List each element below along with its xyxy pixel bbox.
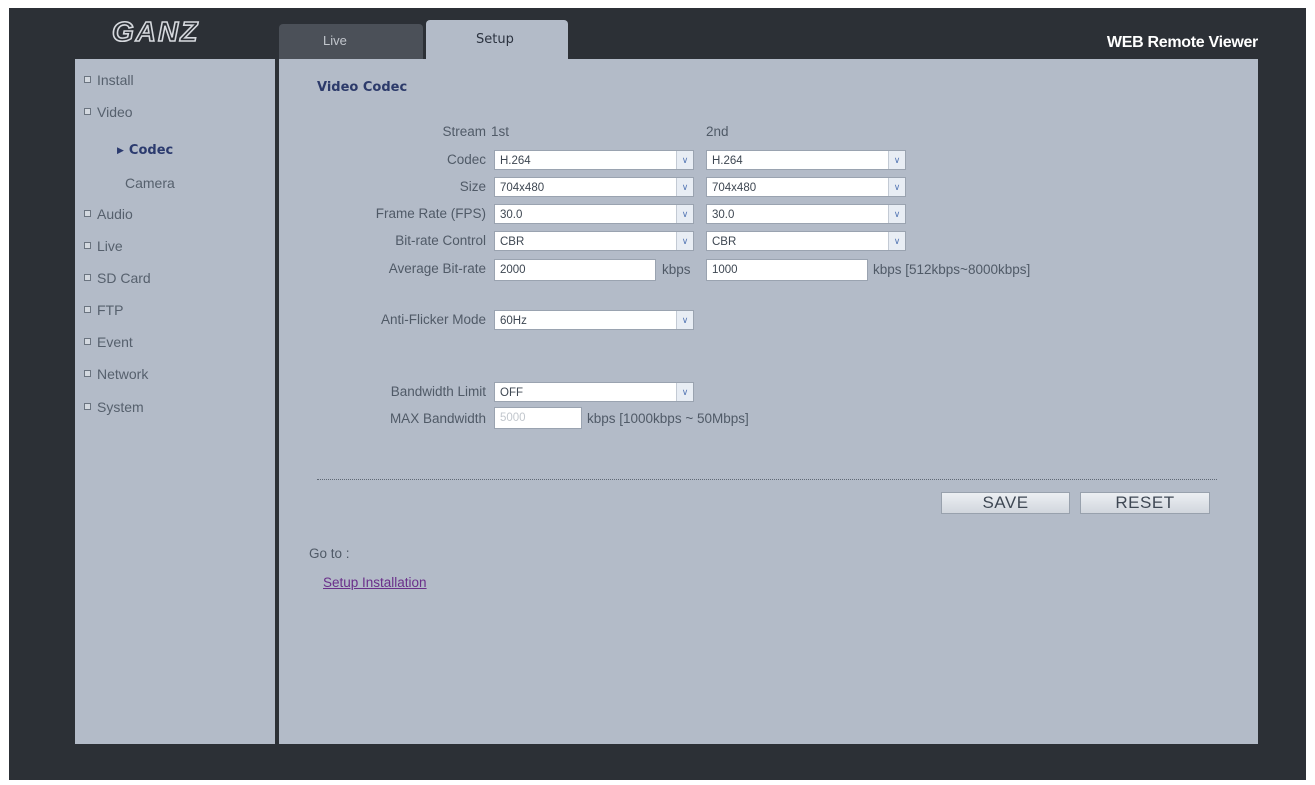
stream-1st-header: 1st [491, 124, 510, 139]
stream-2nd-header: 2nd [706, 124, 729, 139]
frame-rate-2nd-value: 30.0 [712, 209, 735, 221]
bitrate-control-2nd-value: CBR [712, 236, 737, 248]
sidebar-item-label: Live [97, 238, 123, 254]
average-bitrate-label: Average Bit-rate [388, 261, 486, 276]
sidebar-item-network[interactable]: Network [84, 364, 148, 384]
frame-rate-1st-select[interactable]: 30.0 ∨ [494, 204, 694, 224]
sidebar-subitem-label: Camera [125, 175, 175, 191]
sidebar-item-label: FTP [97, 302, 124, 318]
frame-rate-2nd-select[interactable]: 30.0 ∨ [706, 204, 906, 224]
chevron-down-icon: ∨ [888, 205, 905, 223]
save-button[interactable]: SAVE [941, 492, 1070, 514]
sidebar-subitem-codec[interactable]: ▶ Codec [117, 141, 173, 161]
max-bandwidth-unit: kbps [1000kbps ~ 50Mbps] [587, 411, 749, 426]
tab-setup-label: Setup [476, 32, 514, 47]
chevron-down-icon: ∨ [888, 232, 905, 250]
main-panel: Video Codec Stream 1st 2nd Codec H.264 ∨ … [279, 59, 1258, 744]
stream-label: Stream [442, 124, 486, 139]
average-bitrate-1st-value: 2000 [500, 264, 526, 276]
expand-box-icon [84, 107, 91, 115]
max-bandwidth-input[interactable]: 5000 [494, 407, 582, 429]
arrow-right-icon: ▶ [117, 146, 124, 156]
frame-rate-label: Frame Rate (FPS) [375, 206, 486, 221]
codec-2nd-value: H.264 [712, 155, 743, 167]
expand-box-icon [84, 402, 91, 410]
sidebar-item-audio[interactable]: Audio [84, 204, 133, 224]
viewer-title: WEB Remote Viewer [1106, 34, 1258, 51]
page-title: Video Codec [317, 80, 408, 95]
sidebar-subitem-camera[interactable]: Camera [125, 173, 175, 193]
expand-box-icon [84, 369, 91, 377]
bitrate-control-2nd-select[interactable]: CBR ∨ [706, 231, 906, 251]
expand-box-icon [84, 209, 91, 217]
codec-1st-select[interactable]: H.264 ∨ [494, 150, 694, 170]
size-2nd-value: 704x480 [712, 182, 757, 194]
expand-box-icon [84, 75, 91, 83]
size-label: Size [459, 179, 486, 194]
bitrate-control-label: Bit-rate Control [395, 233, 486, 248]
tab-live-label: Live [323, 33, 347, 48]
sidebar-item-system[interactable]: System [84, 397, 144, 417]
chevron-down-icon: ∨ [676, 178, 693, 196]
sidebar-item-label: Install [97, 72, 134, 88]
sidebar-item-label: Network [97, 366, 149, 382]
chevron-down-icon: ∨ [676, 205, 693, 223]
goto-label: Go to : [309, 546, 350, 561]
bandwidth-limit-label: Bandwidth Limit [390, 384, 486, 399]
sidebar-item-sd-card[interactable]: SD Card [84, 268, 151, 288]
anti-flicker-label: Anti-Flicker Mode [380, 312, 486, 327]
bandwidth-limit-value: OFF [500, 387, 523, 399]
chevron-down-icon: ∨ [676, 151, 693, 169]
sidebar-subitem-label: Codec [128, 143, 174, 158]
sidebar-item-label: System [97, 399, 144, 415]
average-bitrate-2nd-value: 1000 [712, 264, 738, 276]
size-2nd-select[interactable]: 704x480 ∨ [706, 177, 906, 197]
reset-button[interactable]: RESET [1080, 492, 1210, 514]
sidebar-item-ftp[interactable]: FTP [84, 300, 123, 320]
section-divider [317, 479, 1217, 480]
chevron-down-icon: ∨ [676, 232, 693, 250]
setup-installation-link[interactable]: Setup Installation [323, 575, 427, 590]
anti-flicker-value: 60Hz [500, 315, 527, 327]
expand-box-icon [84, 241, 91, 249]
bitrate-control-1st-select[interactable]: CBR ∨ [494, 231, 694, 251]
sidebar-item-label: SD Card [97, 270, 151, 286]
sidebar-item-label: Video [97, 104, 133, 120]
expand-box-icon [84, 305, 91, 313]
average-bitrate-2nd-unit: kbps [512kbps~8000kbps] [873, 262, 1031, 277]
codec-1st-value: H.264 [500, 155, 531, 167]
size-1st-value: 704x480 [500, 182, 545, 194]
chevron-down-icon: ∨ [888, 178, 905, 196]
sidebar-item-event[interactable]: Event [84, 332, 133, 352]
average-bitrate-2nd-input[interactable]: 1000 [706, 259, 868, 281]
frame-rate-1st-value: 30.0 [500, 209, 523, 221]
max-bandwidth-label: MAX Bandwidth [389, 411, 486, 426]
tab-live[interactable]: Live [279, 24, 423, 60]
tab-setup[interactable]: Setup [426, 20, 568, 60]
anti-flicker-select[interactable]: 60Hz ∨ [494, 310, 694, 330]
codec-label: Codec [446, 152, 486, 167]
max-bandwidth-value: 5000 [500, 412, 526, 424]
expand-box-icon [84, 273, 91, 281]
sidebar-item-label: Event [97, 334, 133, 350]
chevron-down-icon: ∨ [676, 311, 693, 329]
size-1st-select[interactable]: 704x480 ∨ [494, 177, 694, 197]
average-bitrate-1st-input[interactable]: 2000 [494, 259, 656, 281]
logo-text: GANZ [112, 16, 199, 46]
sidebar-item-video[interactable]: Video [84, 102, 133, 122]
chevron-down-icon: ∨ [888, 151, 905, 169]
sidebar-item-label: Audio [97, 206, 133, 222]
average-bitrate-1st-unit: kbps [662, 262, 691, 277]
sidebar-item-live[interactable]: Live [84, 236, 123, 256]
ganz-logo: GANZ [111, 16, 199, 46]
bitrate-control-1st-value: CBR [500, 236, 525, 248]
expand-box-icon [84, 337, 91, 345]
sidebar-nav: Install Video ▶ Codec Camera Audio Live S… [75, 59, 275, 744]
bandwidth-limit-select[interactable]: OFF ∨ [494, 382, 694, 402]
chevron-down-icon: ∨ [676, 383, 693, 401]
sidebar-item-install[interactable]: Install [84, 70, 134, 90]
codec-2nd-select[interactable]: H.264 ∨ [706, 150, 906, 170]
